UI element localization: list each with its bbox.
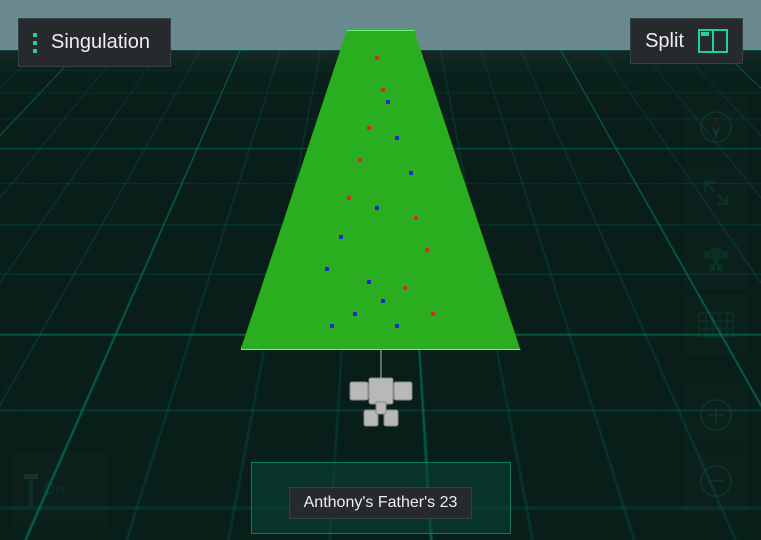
expand-button[interactable] [685,162,747,224]
zoom-out-icon [698,463,734,499]
tractor-view-button[interactable] [685,228,747,290]
expand-icon [700,177,732,209]
scene-3d-view[interactable]: Singulation Split [0,0,761,540]
zoom-in-icon [698,397,734,433]
split-view-button[interactable]: Split [630,18,743,64]
field-name-label: Anthony's Father's 23 [304,494,458,511]
split-icon [698,29,728,53]
compass-icon [698,109,734,145]
keyboard-button[interactable] [685,294,747,356]
compass-button[interactable] [685,96,747,158]
toggle-slider-icon [29,474,33,506]
split-label: Split [645,30,684,53]
layer-toggle[interactable]: On [14,454,106,526]
field-name-chip[interactable]: Anthony's Father's 23 [289,487,473,519]
view-toolbar [685,96,747,516]
toggle-state-label: On [43,481,64,499]
mode-label: Singulation [51,31,150,54]
keyboard-icon [698,312,734,338]
tractor-marker [336,360,426,445]
mode-selector[interactable]: Singulation [18,18,171,67]
menu-icon [33,33,37,53]
tractor-icon [699,242,733,276]
zoom-out-button[interactable] [685,450,747,512]
field-name-highlight[interactable]: Anthony's Father's 23 [251,462,511,534]
zoom-in-button[interactable] [685,384,747,446]
